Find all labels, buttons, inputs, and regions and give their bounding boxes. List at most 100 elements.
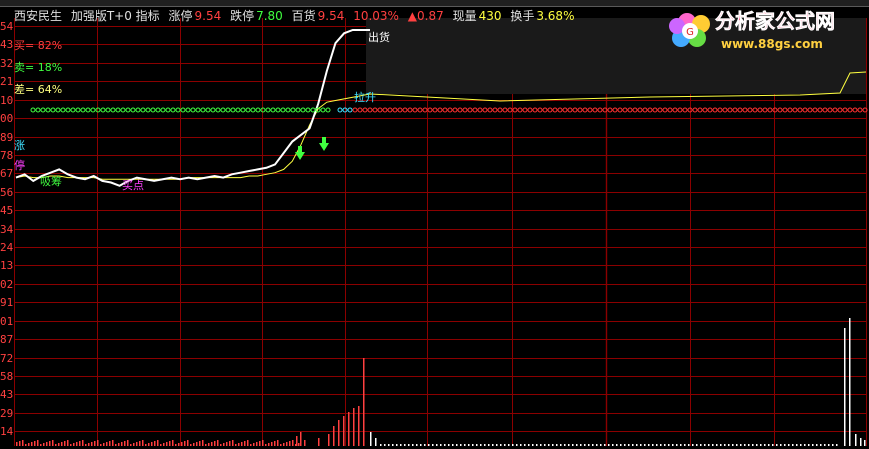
- volume-bar: [338, 420, 340, 446]
- volume-bar: [199, 441, 201, 446]
- volume-bar: [612, 444, 614, 446]
- intraday-chart[interactable]: [0, 0, 869, 449]
- volume-bar: [568, 444, 570, 446]
- volume-bar: [460, 444, 462, 446]
- volume-bar: [154, 441, 156, 446]
- sell-signal-dot: [130, 107, 136, 113]
- sell-signal-dot: [270, 107, 276, 113]
- buy-signal-dot: [817, 107, 823, 113]
- buy-signal-dot: [352, 107, 358, 113]
- volume-bar: [608, 444, 610, 446]
- volume-bar: [184, 441, 186, 446]
- volume-bar: [241, 442, 243, 446]
- buy-signal-dot: [397, 107, 403, 113]
- volume-bar: [480, 444, 482, 446]
- volume-bar: [328, 434, 330, 446]
- volume-bar: [19, 441, 21, 446]
- volume-bar: [416, 444, 418, 446]
- volume-bar: [178, 443, 180, 446]
- volume-bar: [456, 444, 458, 446]
- sell-signal-dot: [30, 107, 36, 113]
- buy-signal-dot: [362, 107, 368, 113]
- volume-label: 现量: [452, 9, 477, 23]
- volume-bar: [103, 443, 105, 446]
- volume-bar: [46, 442, 48, 446]
- volume-bar: [300, 432, 302, 446]
- volume-bar: [788, 444, 790, 446]
- volume-bar: [640, 444, 642, 446]
- svg-text:G: G: [686, 27, 694, 38]
- buy-signal-dot: [832, 107, 838, 113]
- limit-up-label: 涨停: [168, 9, 193, 23]
- volume-bar: [265, 444, 267, 446]
- volume-bar: [214, 441, 216, 446]
- buy-signal-dot: [432, 107, 438, 113]
- volume-bar: [193, 443, 195, 446]
- buy-signal-dot: [577, 107, 583, 113]
- volume-bar: [40, 444, 42, 446]
- buy-signal-dot: [822, 107, 828, 113]
- buy-signal-dot: [737, 107, 743, 113]
- volume-bar: [280, 444, 282, 446]
- volume-bar: [512, 444, 514, 446]
- buy-signal-dot: [622, 107, 628, 113]
- buy-signal-dot: [722, 107, 728, 113]
- sell-signal-dot: [85, 107, 91, 113]
- volume-bar: [760, 444, 762, 446]
- buy-signal-dot: [522, 107, 528, 113]
- volume-bar: [244, 441, 246, 446]
- volume-bar: [616, 444, 618, 446]
- volume-bar: [296, 436, 298, 446]
- buy-signal-dot: [692, 107, 698, 113]
- volume-bar: [732, 444, 734, 446]
- volume-bar: [632, 444, 634, 446]
- y-axis-label: 32: [0, 56, 14, 70]
- volume-bar: [728, 444, 730, 446]
- sell-signal-dot: [80, 107, 86, 113]
- volume-bar: [532, 444, 534, 446]
- volume-bar: [85, 444, 87, 446]
- buy-signal-dot: [782, 107, 788, 113]
- sell-signal-dot: [40, 107, 46, 113]
- sell-signal-dot: [70, 107, 76, 113]
- volume-bar: [43, 443, 45, 446]
- volume-bar: [756, 444, 758, 446]
- volume-bar: [796, 444, 798, 446]
- buy-signal-dot: [732, 107, 738, 113]
- buy-signal-dot: [587, 107, 593, 113]
- buy-signal-dot: [857, 107, 863, 113]
- volume-bar: [712, 444, 714, 446]
- sell-signal-dot: [225, 107, 231, 113]
- volume-bar: [106, 442, 108, 446]
- buy-signal-dot: [377, 107, 383, 113]
- volume-bar: [408, 444, 410, 446]
- volume-bar: [91, 442, 93, 446]
- buy-signal-dot: [702, 107, 708, 113]
- volume-bar: [172, 440, 174, 446]
- sell-signal-dot: [275, 107, 281, 113]
- volume-bar: [88, 443, 90, 446]
- volume-bar: [136, 442, 138, 446]
- buy-signal-dot: [507, 107, 513, 113]
- volume-bar: [620, 444, 622, 446]
- volume-bar: [672, 444, 674, 446]
- volume-bar: [572, 444, 574, 446]
- cyan-signal-dot: [337, 107, 343, 113]
- buy-signal-dot: [637, 107, 643, 113]
- buy-signal-dot: [802, 107, 808, 113]
- y-axis-label: 91: [0, 295, 14, 309]
- buy-signal-dot: [672, 107, 678, 113]
- volume-bar: [576, 444, 578, 446]
- volume-bar: [772, 444, 774, 446]
- sell-signal-dot: [220, 107, 226, 113]
- volume-bar: [560, 444, 562, 446]
- sell-signal-dot: [205, 107, 211, 113]
- sell-signal-dot: [100, 107, 106, 113]
- volume-bar: [392, 444, 394, 446]
- volume-bar: [812, 444, 814, 446]
- volume-bar: [139, 441, 141, 446]
- buy-signal-dot: [562, 107, 568, 113]
- buy-signal-dot: [467, 107, 473, 113]
- buy-signal-dot: [492, 107, 498, 113]
- sell-signal-dot: [250, 107, 256, 113]
